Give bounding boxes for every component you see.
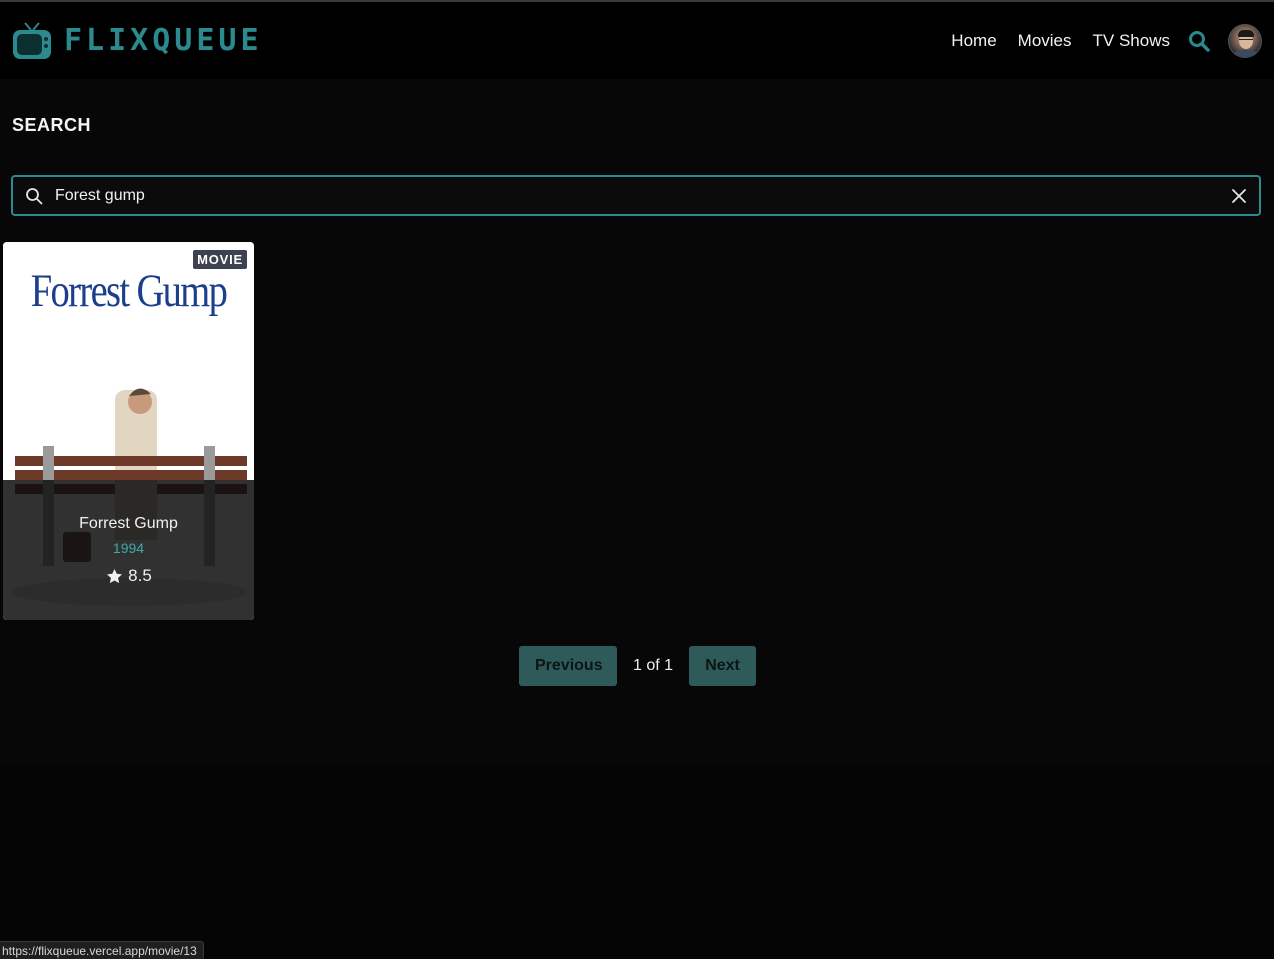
nav-tv-shows-link[interactable]: TV Shows xyxy=(1093,31,1170,51)
avatar-glasses xyxy=(1239,38,1253,42)
search-icon[interactable] xyxy=(1188,30,1210,52)
result-title: Forrest Gump xyxy=(79,515,178,532)
brand-name: FLIXQUEUE xyxy=(64,23,263,58)
star-icon xyxy=(107,568,123,583)
nav-home-link[interactable]: Home xyxy=(951,31,996,51)
search-box xyxy=(11,175,1261,216)
tv-logo-icon xyxy=(13,21,51,59)
media-type-badge: MOVIE xyxy=(193,250,247,269)
site-header: FLIXQUEUE Home Movies TV Shows xyxy=(0,2,1274,79)
avatar-hair xyxy=(1238,29,1254,37)
search-icon xyxy=(26,187,43,204)
result-rating: 8.5 xyxy=(3,566,254,586)
avatar-shirt xyxy=(1232,49,1260,57)
user-avatar[interactable] xyxy=(1228,23,1262,58)
page-indicator: 1 of 1 xyxy=(633,657,674,674)
page-footer-area xyxy=(0,765,1274,959)
result-card[interactable]: Forrest Gump MOVIE Forrest Gump 1994 8.5 xyxy=(3,242,254,620)
brand-link[interactable]: FLIXQUEUE xyxy=(12,21,263,61)
page-title: SEARCH xyxy=(12,115,92,135)
result-year: 1994 xyxy=(112,540,145,556)
poster-title-art: Forrest Gump xyxy=(30,265,228,317)
previous-page-button[interactable]: Previous xyxy=(519,646,617,686)
status-bar-url: https://flixqueue.vercel.app/movie/13 xyxy=(0,941,204,959)
next-page-button[interactable]: Next xyxy=(689,646,757,686)
rating-value: 8.5 xyxy=(128,566,152,585)
nav-movies-link[interactable]: Movies xyxy=(1018,31,1072,51)
main-nav: Home Movies TV Shows xyxy=(951,23,1262,58)
close-icon[interactable] xyxy=(1231,188,1247,204)
search-input[interactable] xyxy=(43,177,1231,214)
pagination: Previous 1 of 1 Next xyxy=(519,646,757,686)
